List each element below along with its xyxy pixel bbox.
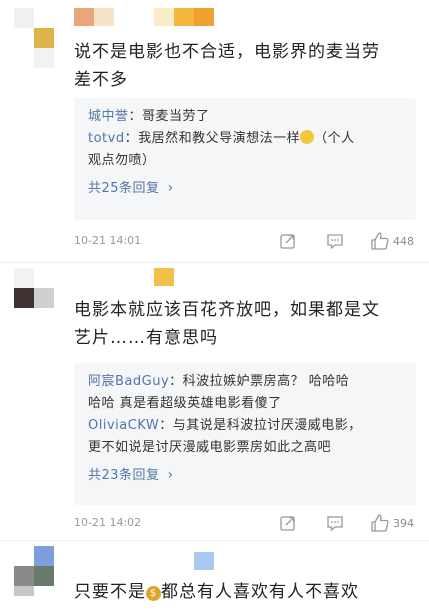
thumbs-up-icon[interactable] xyxy=(370,231,390,251)
comment-meta: 10-21 14:02 394 xyxy=(74,514,416,536)
reply-username[interactable]: 阿宸BadGuy xyxy=(88,374,169,389)
reply-item-continued: 观点勿喷） xyxy=(88,153,156,168)
comment-text: 只要不是 $ 都总有人喜欢有人不喜欢 xyxy=(74,582,359,602)
comment-3: 只要不是 $ 都总有人喜欢有人不喜欢 xyxy=(0,546,429,616)
username-pixelated[interactable] xyxy=(74,552,224,572)
share-icon[interactable] xyxy=(279,232,297,250)
like-count: 394 xyxy=(393,517,414,530)
chevron-right-icon: › xyxy=(167,180,174,196)
comment-icon[interactable] xyxy=(326,514,344,532)
comment-1: 说不是电影也不合适，电影界的麦当劳 差不多 城中誉：哥麦当劳了 totvd：我居… xyxy=(0,0,429,268)
reply-item-continued: 更不如说是讨厌漫威电影票房如此之高吧 xyxy=(88,440,332,455)
comment-divider xyxy=(0,262,429,263)
reply-item: OliviaCKW：与其说是科波拉讨厌漫威电影， xyxy=(88,418,362,433)
money-bag-emoji-icon: $ xyxy=(146,586,161,601)
comment-meta: 10-21 14:01 448 xyxy=(74,232,416,254)
reply-item: 阿宸BadGuy：科波拉嫉妒票房高？ 哈哈哈 xyxy=(88,374,350,389)
reply-username[interactable]: 城中誉 xyxy=(88,109,129,124)
comment-icon[interactable] xyxy=(326,232,344,250)
comment-time: 10-21 14:02 xyxy=(74,516,142,529)
view-more-replies-link[interactable]: 共25条回复 › xyxy=(88,176,406,201)
avatar[interactable] xyxy=(14,8,54,68)
comment-text: 说不是电影也不合适，电影界的麦当劳 差不多 xyxy=(74,42,380,90)
username-pixelated[interactable] xyxy=(74,268,194,288)
share-icon[interactable] xyxy=(279,514,297,532)
reply-username[interactable]: totvd xyxy=(88,131,125,146)
like-count: 448 xyxy=(393,235,414,248)
reply-item-continued: 哈哈 真是看超级英雄电影看傻了 xyxy=(88,396,282,411)
comment-2: 电影本就应该百花齐放吧，如果都是文 艺片……有意思吗 阿宸BadGuy：科波拉嫉… xyxy=(0,268,429,544)
reply-preview-box[interactable]: 阿宸BadGuy：科波拉嫉妒票房高？ 哈哈哈 哈哈 真是看超级英雄电影看傻了 O… xyxy=(74,363,416,505)
reply-username[interactable]: OliviaCKW xyxy=(88,418,159,433)
comment-time: 10-21 14:01 xyxy=(74,234,142,247)
username-pixelated[interactable] xyxy=(74,8,219,28)
comment-text: 电影本就应该百花齐放吧，如果都是文 艺片……有意思吗 xyxy=(74,300,380,348)
reply-item: totvd：我居然和教父导演想法一样 （个人 xyxy=(88,130,355,146)
chevron-right-icon: › xyxy=(167,467,174,483)
view-more-replies-link[interactable]: 共23条回复 › xyxy=(88,463,406,488)
reply-item: 城中誉：哥麦当劳了 xyxy=(88,109,210,124)
comment-divider xyxy=(0,540,429,541)
avatar[interactable] xyxy=(14,268,54,308)
thumbs-up-icon[interactable] xyxy=(370,513,390,533)
avatar[interactable] xyxy=(14,546,54,596)
crying-laugh-emoji-icon xyxy=(300,130,315,144)
reply-preview-box[interactable]: 城中誉：哥麦当劳了 totvd：我居然和教父导演想法一样 （个人 观点勿喷） 共2… xyxy=(74,98,416,220)
